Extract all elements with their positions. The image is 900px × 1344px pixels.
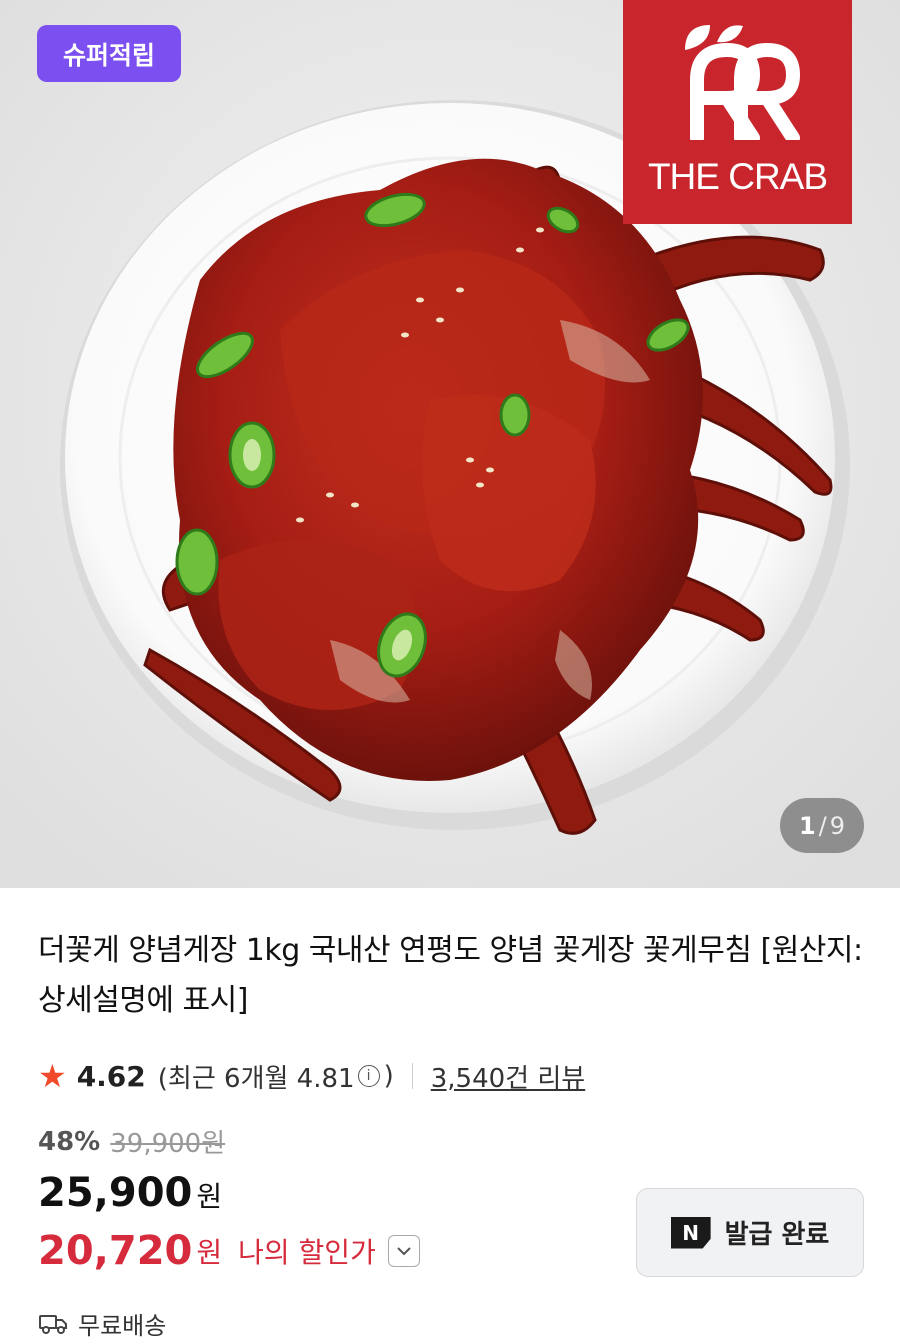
star-icon: ★	[38, 1057, 67, 1095]
recent-rating-text: (최근 6개월 4.81	[157, 1063, 355, 1094]
divider	[411, 1063, 413, 1089]
coupon-issued-button[interactable]: N 발급 완료	[636, 1188, 864, 1277]
discount-rate: 48%	[38, 1126, 101, 1157]
rating-score: 4.62	[76, 1059, 146, 1093]
review-count-link[interactable]: 3,540건 리뷰	[431, 1058, 585, 1095]
original-price: 39,900원	[110, 1129, 226, 1159]
my-discount-price-unit: 원	[196, 1236, 223, 1269]
my-discount-label: 나의 할인가	[238, 1236, 376, 1269]
info-icon[interactable]: i	[357, 1065, 380, 1087]
rating-row: ★ 4.62 (최근 6개월 4.81 i ) 3,540건 리뷰	[38, 1056, 585, 1096]
brand-name: THE CRAB	[647, 156, 828, 197]
super-reward-badge: 슈퍼적립	[37, 25, 181, 82]
my-discount-price-row[interactable]: 20,720 원 나의 할인가	[38, 1228, 420, 1274]
naver-n-icon: N	[670, 1216, 711, 1249]
my-discount-price: 20,720	[38, 1228, 193, 1274]
image-page-counter: 1 / 9	[780, 798, 864, 853]
original-price-row: 48% 39,900원	[38, 1123, 225, 1160]
sale-price-row: 25,900 원	[38, 1170, 222, 1216]
chevron-down-icon[interactable]	[387, 1235, 420, 1267]
total-pages: 9	[829, 811, 846, 840]
truck-icon	[39, 1314, 67, 1334]
sale-price: 25,900	[38, 1170, 193, 1216]
shipping-text: 무료배송	[78, 1312, 167, 1340]
current-page: 1	[798, 811, 816, 840]
coupon-label: 발급 완료	[724, 1220, 830, 1250]
shipping-info: 무료배송	[38, 1306, 166, 1341]
brand-mark-icon	[685, 25, 800, 140]
page-separator: /	[818, 811, 827, 840]
brand-logo: THE CRAB	[623, 0, 852, 224]
sale-price-unit: 원	[196, 1180, 223, 1213]
product-image[interactable]: 슈퍼적립 THE CRAB 1 / 9	[0, 0, 900, 888]
product-title: 더꽃게 양념게장 1kg 국내산 연평도 양념 꽃게장 꽃게무침 [원산지:상세…	[38, 933, 863, 1018]
recent-rating-close: )	[383, 1061, 394, 1091]
